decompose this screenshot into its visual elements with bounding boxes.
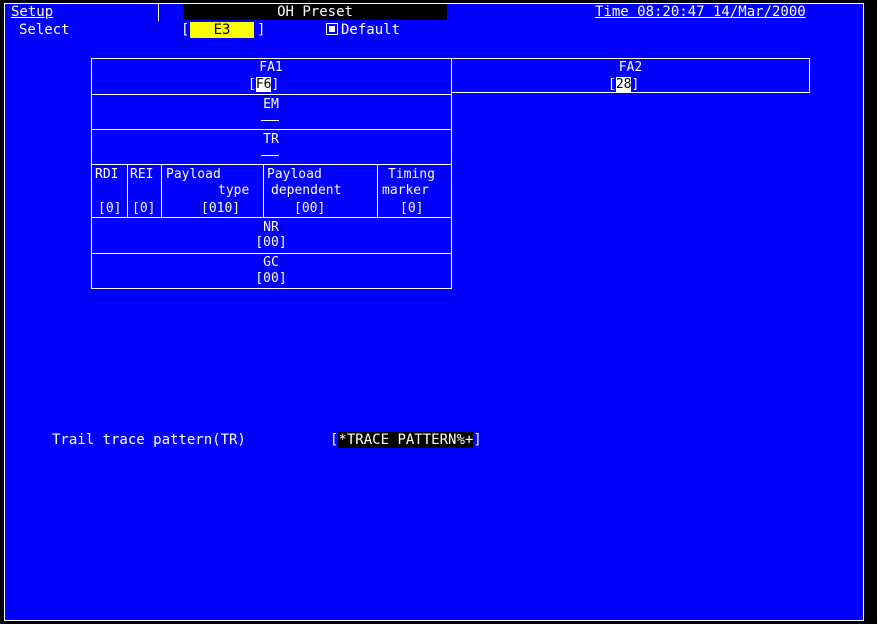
payload-type-label: Payload xyxy=(166,167,221,182)
row-divider xyxy=(91,164,451,165)
fa2-value[interactable]: [28] xyxy=(608,77,639,92)
fa1-label: FA1 xyxy=(259,60,283,75)
gc-value[interactable]: [00] xyxy=(91,272,451,285)
row-divider xyxy=(91,253,451,254)
payload-dependent-label-2: dependent xyxy=(271,183,342,198)
gc-label: GC xyxy=(263,255,279,270)
table-border-left xyxy=(91,58,92,289)
nr-value[interactable]: [00] xyxy=(91,236,451,249)
rdi-label: RDI xyxy=(95,167,119,182)
row-divider xyxy=(91,129,451,130)
setup-menu[interactable]: Setup xyxy=(11,5,53,19)
oh-preset-screen: Setup OH Preset Time 08:20:47 14/Mar/200… xyxy=(4,3,864,621)
select-value: E3 xyxy=(213,22,231,38)
em-label: EM xyxy=(263,97,279,112)
row-divider xyxy=(91,94,451,95)
row-divider xyxy=(91,217,451,218)
col-divider xyxy=(377,164,378,218)
fa1-value[interactable]: [F6] xyxy=(248,77,279,92)
rei-label: REI xyxy=(130,167,154,182)
select-label: Select xyxy=(19,22,70,38)
col-divider xyxy=(263,164,264,218)
header-divider xyxy=(158,4,159,21)
col-divider xyxy=(161,164,162,218)
tr-value-dash xyxy=(261,155,279,156)
title-bar: OH Preset xyxy=(183,4,447,20)
trace-value-field[interactable]: [*TRACE PATTERN%+] xyxy=(330,432,482,448)
select-field[interactable]: E3 xyxy=(190,22,254,38)
trace-label: Trail trace pattern(TR) xyxy=(52,432,246,448)
rei-value[interactable]: [0] xyxy=(132,202,155,215)
timing-value[interactable]: [0] xyxy=(400,202,423,215)
fa2-border-bottom xyxy=(451,92,810,93)
default-label[interactable]: Default xyxy=(341,23,400,37)
trace-value: *TRACE PATTERN%+ xyxy=(338,432,474,448)
select-bracket-open: [ xyxy=(181,22,190,38)
clock: Time 08:20:47 14/Mar/2000 xyxy=(595,4,806,20)
fa2-label: FA2 xyxy=(618,60,643,75)
default-checkbox-icon[interactable] xyxy=(326,23,338,35)
timing-label: Timing xyxy=(388,167,435,182)
oh-byte-table: FA1 [F6] FA2 [28] EM TR RDI [0] REI [0] … xyxy=(91,58,810,289)
col-divider xyxy=(127,164,128,218)
page-title: OH Preset xyxy=(277,4,353,20)
rdi-value[interactable]: [0] xyxy=(98,202,121,215)
payload-type-value[interactable]: [010] xyxy=(201,202,240,215)
table-border-bottom xyxy=(91,288,451,289)
select-bracket-close: ] xyxy=(257,22,266,38)
payload-type-label-2: type xyxy=(218,183,250,198)
em-value-dash xyxy=(261,120,279,121)
nr-label: NR xyxy=(263,220,279,235)
tr-label: TR xyxy=(263,132,279,147)
timing-label-2: marker xyxy=(382,183,429,198)
payload-dependent-value[interactable]: [00] xyxy=(294,202,325,215)
table-border-middle xyxy=(451,58,452,289)
payload-dependent-label: Payload xyxy=(267,167,322,182)
